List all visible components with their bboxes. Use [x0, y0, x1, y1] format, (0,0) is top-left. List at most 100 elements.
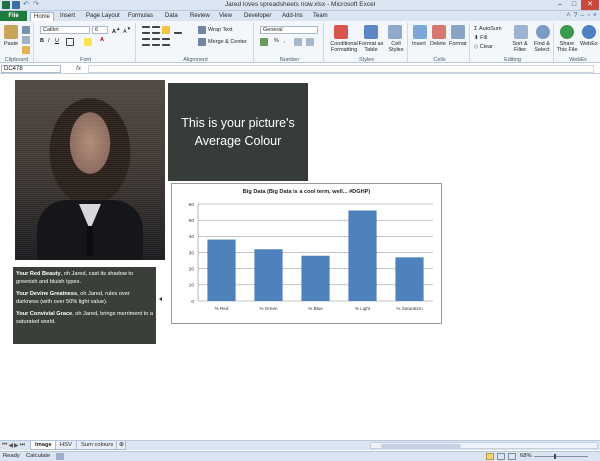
- close-icon[interactable]: ×: [593, 12, 597, 19]
- format-cells-button[interactable]: Format: [449, 41, 466, 47]
- worksheet[interactable]: This is your picture's Average Colour Bi…: [0, 75, 600, 440]
- tab-page-layout[interactable]: Page Layout: [86, 12, 120, 21]
- align-center-icon[interactable]: [152, 38, 160, 46]
- zoom-slider[interactable]: [534, 454, 588, 459]
- close-icon[interactable]: ✕: [581, 0, 599, 10]
- paste-button[interactable]: Paste: [4, 41, 18, 47]
- cell-styles-icon[interactable]: [388, 25, 402, 39]
- percent-button[interactable]: %: [274, 38, 279, 44]
- sheet-tab-sum-colours[interactable]: Sum colours: [76, 441, 119, 450]
- tab-developer[interactable]: Developer: [244, 12, 271, 21]
- webex-icon[interactable]: [582, 25, 596, 39]
- page-break-view-icon[interactable]: [508, 453, 516, 460]
- format-cells-icon[interactable]: [451, 25, 465, 39]
- tab-team[interactable]: Team: [313, 12, 328, 21]
- align-bottom-icon[interactable]: [162, 26, 170, 34]
- cell-styles-button[interactable]: Cell Styles: [385, 41, 407, 53]
- format-as-table-button[interactable]: Format as Table: [358, 41, 384, 53]
- fill-button[interactable]: ⬇ Fill: [474, 35, 487, 41]
- status-calculate[interactable]: Calculate: [26, 452, 50, 461]
- chevron-up-icon[interactable]: ˄: [567, 12, 571, 19]
- orientation-icon[interactable]: [174, 26, 182, 34]
- maximize-icon[interactable]: □: [567, 0, 581, 10]
- italic-icon[interactable]: I: [48, 38, 50, 44]
- tab-home[interactable]: Home: [30, 12, 55, 21]
- webex-button[interactable]: WebEx: [580, 41, 598, 47]
- paste-icon[interactable]: [4, 25, 18, 39]
- name-box[interactable]: DC478: [1, 65, 61, 73]
- average-colour-box[interactable]: This is your picture's Average Colour: [168, 83, 308, 181]
- macro-record-icon[interactable]: [56, 453, 64, 460]
- number-format-combo[interactable]: General: [260, 26, 318, 34]
- copy-icon[interactable]: [22, 36, 30, 44]
- bold-icon[interactable]: B: [40, 38, 44, 44]
- align-top-icon[interactable]: [142, 26, 150, 34]
- sort-filter-icon[interactable]: [514, 25, 528, 39]
- horizontal-scrollbar[interactable]: [370, 442, 598, 449]
- tab-formulas[interactable]: Formulas: [128, 12, 153, 21]
- wrap-text-icon[interactable]: [198, 26, 206, 34]
- last-sheet-icon[interactable]: ⏭: [20, 442, 25, 449]
- sheet-tab-hsv[interactable]: HSV: [55, 441, 77, 450]
- tab-data[interactable]: Data: [165, 12, 178, 21]
- conditional-formatting-icon[interactable]: [334, 25, 348, 39]
- align-middle-icon[interactable]: [152, 26, 160, 34]
- borders-icon[interactable]: [66, 38, 74, 46]
- delete-cells-button[interactable]: Delete: [430, 41, 446, 47]
- share-file-button[interactable]: Share This File: [556, 41, 578, 53]
- cut-icon[interactable]: [22, 26, 30, 34]
- sort-filter-button[interactable]: Sort & Filter: [508, 41, 532, 53]
- decrease-decimal-icon[interactable]: [306, 38, 314, 46]
- tab-insert[interactable]: Insert: [60, 12, 75, 21]
- comma-button[interactable]: ,: [284, 38, 286, 44]
- increase-decimal-icon[interactable]: [294, 38, 302, 46]
- description-box[interactable]: Your Red Beauty, oh Jared, cast its shad…: [13, 267, 156, 344]
- jared-photo[interactable]: [15, 80, 165, 260]
- clear-button[interactable]: ◇ Clear: [474, 44, 493, 50]
- normal-view-icon[interactable]: [486, 453, 494, 460]
- currency-icon[interactable]: [260, 38, 268, 46]
- page-layout-view-icon[interactable]: [497, 453, 505, 460]
- tab-add-ins[interactable]: Add-Ins: [282, 12, 303, 21]
- restore-icon[interactable]: ▫: [587, 12, 589, 19]
- find-select-icon[interactable]: [536, 25, 550, 39]
- merge-center-icon[interactable]: [198, 38, 206, 46]
- tab-file[interactable]: File: [0, 11, 27, 21]
- tab-review[interactable]: Review: [190, 12, 210, 21]
- prev-sheet-icon[interactable]: ◀: [8, 442, 13, 449]
- scrollbar-thumb[interactable]: [381, 444, 461, 448]
- font-color-icon[interactable]: A: [100, 37, 104, 43]
- font-size-combo[interactable]: 6: [92, 26, 108, 34]
- fill-color-icon[interactable]: [84, 38, 92, 46]
- zoom-level[interactable]: 68%: [520, 452, 532, 461]
- format-as-table-icon[interactable]: [364, 25, 378, 39]
- share-file-icon[interactable]: [560, 25, 574, 39]
- format-painter-icon[interactable]: [22, 46, 30, 54]
- merge-center-button[interactable]: Merge & Center: [208, 39, 247, 45]
- first-sheet-icon[interactable]: ⏮: [2, 442, 7, 449]
- delete-cells-icon[interactable]: [432, 25, 446, 39]
- tab-view[interactable]: View: [219, 12, 232, 21]
- shrink-font-icon[interactable]: A▼: [123, 26, 131, 35]
- grow-font-icon[interactable]: A▲: [112, 26, 121, 35]
- fx-icon[interactable]: fx: [76, 65, 81, 72]
- align-right-icon[interactable]: [162, 38, 170, 46]
- minimize-icon[interactable]: –: [581, 12, 585, 19]
- conditional-formatting-button[interactable]: Conditional Formatting: [327, 41, 361, 53]
- align-left-icon[interactable]: [142, 38, 150, 46]
- new-sheet-icon[interactable]: ⊕: [116, 441, 126, 450]
- sheet-tab-image[interactable]: Image: [30, 441, 57, 450]
- insert-cells-button[interactable]: Insert: [412, 41, 426, 47]
- underline-icon[interactable]: U: [55, 38, 59, 44]
- autosum-button[interactable]: Σ AutoSum: [474, 26, 502, 32]
- zoom-slider-thumb[interactable]: [554, 454, 556, 459]
- help-icon[interactable]: ?: [574, 12, 578, 19]
- find-select-button[interactable]: Find & Select: [530, 41, 554, 53]
- big-data-chart[interactable]: Big Data (Big Data is a cool term, well.…: [171, 183, 442, 324]
- font-name-combo[interactable]: Calibri: [40, 26, 90, 34]
- insert-cells-icon[interactable]: [413, 25, 427, 39]
- wrap-text-button[interactable]: Wrap Text: [208, 27, 233, 33]
- next-sheet-icon[interactable]: ▶: [14, 442, 19, 449]
- minimize-icon[interactable]: –: [553, 0, 567, 10]
- formula-input[interactable]: [88, 65, 594, 73]
